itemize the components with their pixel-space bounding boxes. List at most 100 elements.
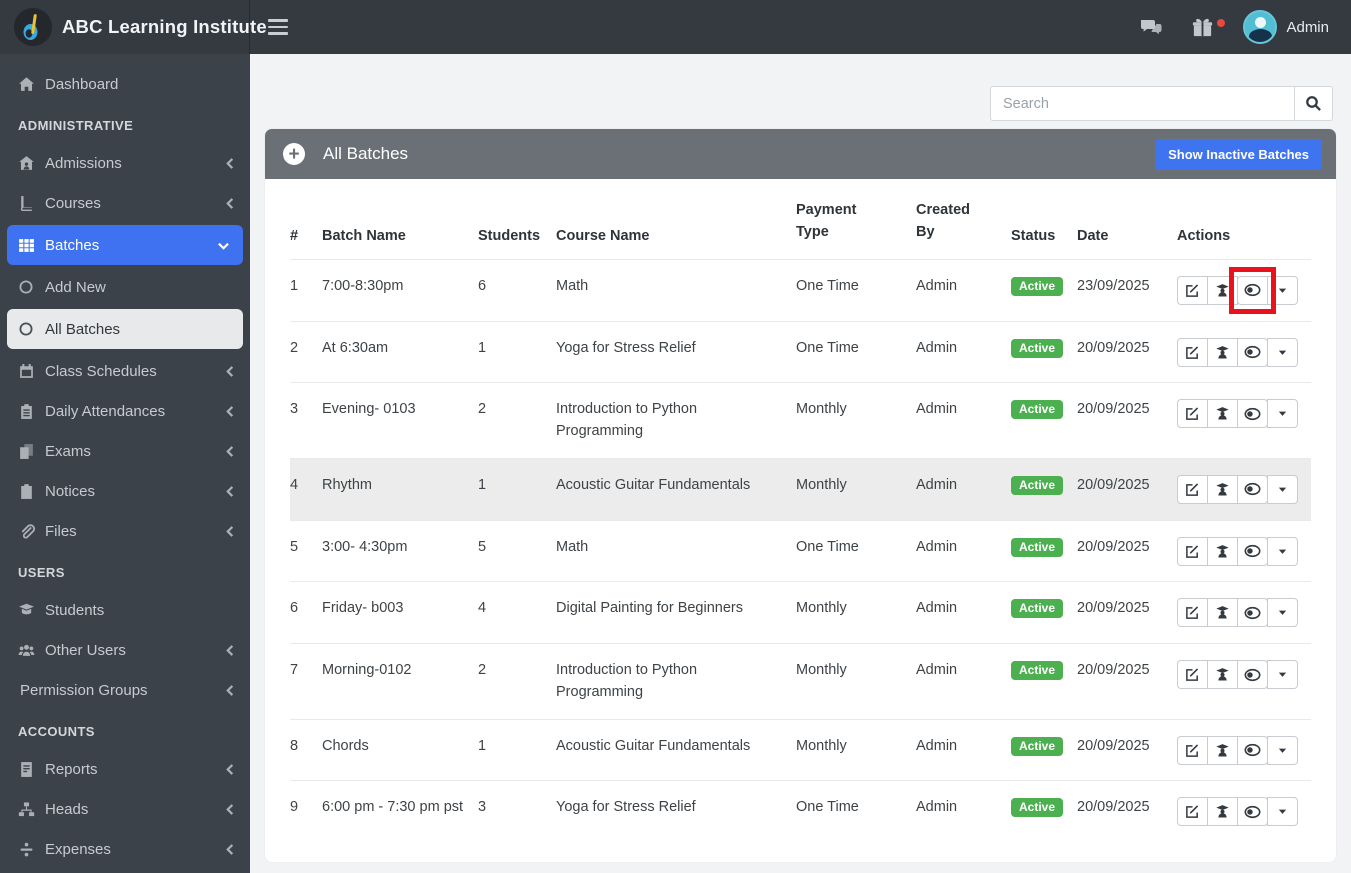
calendar-check-icon [18,363,35,380]
sidebar-item-heads[interactable]: Heads [0,789,250,829]
sidebar-item-exams[interactable]: Exams [0,431,250,471]
users-icon [18,642,35,659]
batch-students-button[interactable] [1207,337,1238,367]
chevron-left-icon [225,157,236,169]
top-navbar: ABC Learning Institute Admin [0,0,1351,54]
sidebar-heading-accounts: ACCOUNTS [18,724,95,739]
toggle-status-button[interactable] [1237,797,1268,827]
cell-course-name: Math [556,258,796,322]
toggle-status-button[interactable] [1237,474,1268,504]
copy-pages-icon [18,443,35,460]
sidebar-item-batches[interactable]: Batches [7,225,243,265]
toggle-icon [1244,407,1261,421]
brand[interactable]: ABC Learning Institute [0,0,267,54]
toggle-status-button[interactable] [1237,660,1268,690]
cell-batch-name: 3:00- 4:30pm [322,519,478,582]
more-actions-dropdown-button[interactable] [1267,660,1298,690]
batch-students-button[interactable] [1207,275,1238,305]
edit-icon [1185,482,1200,497]
cell-batch-name: At 6:30am [322,320,478,383]
edit-batch-button[interactable] [1177,275,1208,305]
toggle-icon [1244,743,1261,757]
table-header-row: # Batch Name Students Course Name Paymen… [290,179,1311,259]
edit-batch-button[interactable] [1177,735,1208,765]
sidebar-item-notices[interactable]: Notices [0,471,250,511]
chevron-left-icon [225,445,236,457]
chevron-left-icon [225,405,236,417]
toggle-status-button[interactable] [1237,598,1268,628]
sidebar-item-courses[interactable]: Courses [0,183,250,223]
search-button[interactable] [1295,86,1333,121]
status-badge: Active [1011,338,1064,358]
chevron-left-icon [225,763,236,775]
edit-icon [1185,544,1200,559]
edit-batch-button[interactable] [1177,337,1208,367]
batch-students-button[interactable] [1207,797,1238,827]
batch-students-button[interactable] [1207,735,1238,765]
more-actions-dropdown-button[interactable] [1267,275,1298,305]
main-content: + All Batches Show Inactive Batches # Ba… [250,54,1351,873]
sidebar-item-dashboard[interactable]: Dashboard [0,64,250,104]
batch-students-button[interactable] [1207,660,1238,690]
batches-table: # Batch Name Students Course Name Paymen… [290,179,1311,843]
sidebar-item-add-new[interactable]: Add New [0,267,250,307]
show-inactive-batches-button[interactable]: Show Inactive Batches [1155,138,1322,170]
cell-actions [1177,457,1311,521]
chevron-down-icon [218,240,229,251]
more-actions-dropdown-button[interactable] [1267,474,1298,504]
sidebar-toggle-button[interactable] [268,10,302,44]
col-header-status: Status [1011,227,1056,244]
sidebar-item-files[interactable]: Files [0,511,250,551]
divide-icon [18,841,35,858]
edit-batch-button[interactable] [1177,660,1208,690]
more-actions-dropdown-button[interactable] [1267,735,1298,765]
more-actions-dropdown-button[interactable] [1267,337,1298,367]
edit-batch-button[interactable] [1177,536,1208,566]
cell-students: 4 [478,581,556,644]
cell-actions [1177,643,1311,720]
toggle-status-button[interactable] [1237,536,1268,566]
edit-batch-button[interactable] [1177,797,1208,827]
toggle-status-button[interactable] [1237,275,1268,305]
table-row: 6 Friday- b003 4 Digital Painting for Be… [290,581,1311,644]
more-actions-dropdown-button[interactable] [1267,536,1298,566]
cell-payment-type: One Time [796,320,916,383]
edit-batch-button[interactable] [1177,399,1208,429]
cell-course-name: Acoustic Guitar Fundamentals [556,718,796,781]
sidebar-item-reports[interactable]: Reports [0,749,250,789]
more-actions-dropdown-button[interactable] [1267,399,1298,429]
sidebar-item-class-schedules[interactable]: Class Schedules [0,351,250,391]
more-actions-dropdown-button[interactable] [1267,598,1298,628]
messages-icon[interactable] [1139,15,1163,39]
add-batch-icon[interactable]: + [283,143,305,165]
sidebar-item-all-batches[interactable]: All Batches [7,309,243,349]
toggle-icon [1244,606,1261,620]
graduate-icon [18,602,35,619]
sidebar-item-admissions[interactable]: Admissions [0,143,250,183]
book-icon [18,195,35,212]
sidebar-item-expenses[interactable]: Expenses [0,829,250,869]
user-menu[interactable]: Admin [1243,10,1329,44]
sidebar-item-daily-attendances[interactable]: Daily Attendances [0,391,250,431]
cell-payment-type: One Time [796,780,916,843]
cell-created-by: Admin [916,382,1011,459]
toggle-status-button[interactable] [1237,735,1268,765]
batch-students-button[interactable] [1207,474,1238,504]
gift-icon[interactable] [1191,15,1226,39]
batch-students-button[interactable] [1207,536,1238,566]
edit-batch-button[interactable] [1177,474,1208,504]
sidebar-item-students[interactable]: Students [0,590,250,630]
admission-house-icon [18,155,35,172]
toggle-status-button[interactable] [1237,399,1268,429]
sidebar-item-permission-groups[interactable]: Permission Groups [0,670,250,710]
toggle-status-button[interactable] [1237,337,1268,367]
edit-batch-button[interactable] [1177,598,1208,628]
cell-students: 6 [478,258,556,322]
sidebar-item-other-users[interactable]: Other Users [0,630,250,670]
toggle-icon [1244,345,1261,359]
cell-date: 20/09/2025 [1077,457,1177,521]
batch-students-button[interactable] [1207,399,1238,429]
more-actions-dropdown-button[interactable] [1267,797,1298,827]
batch-students-button[interactable] [1207,598,1238,628]
search-input[interactable] [990,86,1295,121]
